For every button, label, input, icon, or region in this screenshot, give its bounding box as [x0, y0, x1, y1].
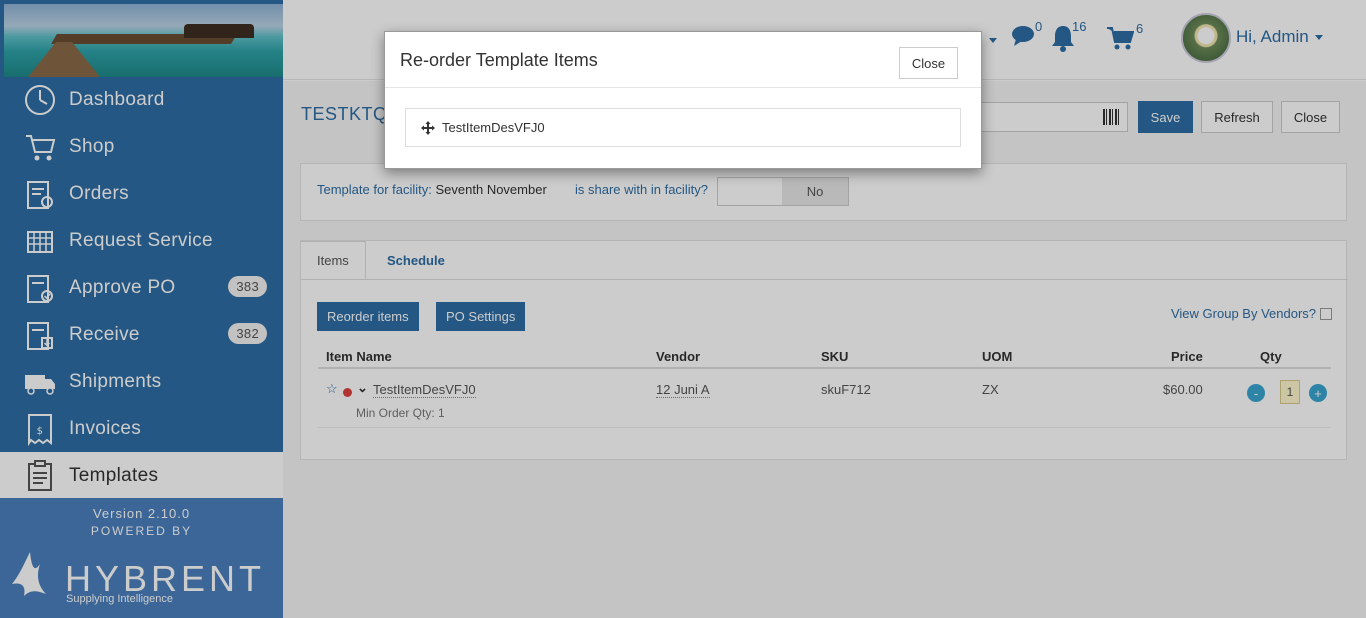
reorder-modal: Re-order Template Items Close TestItemDe…	[384, 31, 982, 169]
reorder-item-label: TestItemDesVFJ0	[442, 120, 545, 135]
modal-divider	[385, 87, 981, 88]
move-icon[interactable]	[420, 120, 436, 136]
modal-close-button[interactable]: Close	[899, 47, 958, 79]
modal-title: Re-order Template Items	[400, 50, 598, 70]
reorder-list-item[interactable]: TestItemDesVFJ0	[405, 108, 961, 147]
